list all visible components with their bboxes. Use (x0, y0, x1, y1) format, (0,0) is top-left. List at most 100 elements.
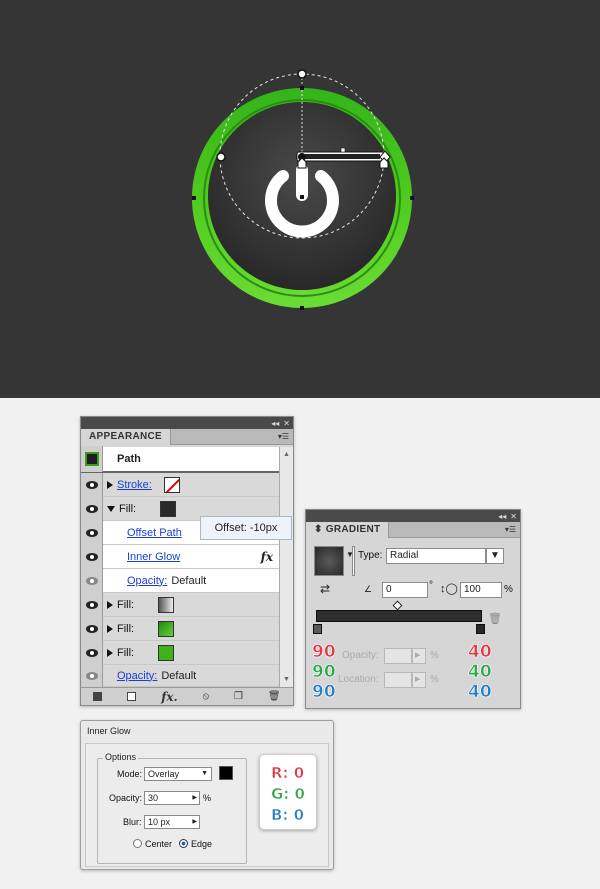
panel-menu-icon[interactable]: ▾☰ (278, 432, 289, 441)
appearance-panel: ◂◂ ✕ APPEARANCE ▾☰ Path Stroke: Fill: Of… (80, 416, 294, 706)
eye-icon (85, 528, 98, 537)
scroll-down-icon[interactable]: ▼ (283, 676, 290, 683)
annotator-handle-top[interactable] (297, 69, 307, 79)
object-opacity-row[interactable]: Opacity: Default (81, 664, 279, 687)
angle-input[interactable]: 0 (382, 582, 428, 598)
stroke-none-swatch[interactable] (163, 476, 180, 493)
power-button-artwork (192, 69, 414, 310)
delete-item-icon[interactable]: 🗑 (268, 691, 281, 702)
visibility-toggle[interactable] (81, 592, 103, 617)
fill-row-green-gradient[interactable]: Fill: (81, 616, 279, 641)
midpoint-diamond[interactable] (392, 600, 403, 611)
left-stop-blue-value: 90 (312, 682, 336, 703)
visibility-toggle[interactable] (81, 664, 103, 687)
options-legend: Options (103, 752, 139, 762)
expand-triangle-icon[interactable] (107, 648, 113, 657)
annotator-handle-left[interactable] (216, 152, 226, 162)
scrollbar[interactable]: ▲ ▼ (279, 447, 293, 687)
visibility-toggle[interactable] (81, 544, 103, 569)
opacity-link[interactable]: Opacity: (127, 575, 167, 587)
percent-symbol: % (504, 584, 513, 595)
fill-swatch-radial[interactable] (158, 596, 175, 613)
tab-gradient[interactable]: ⬍ GRADIENT (306, 522, 390, 538)
visibility-toggle[interactable] (81, 640, 103, 665)
opacity-link[interactable]: Opacity: (117, 670, 157, 682)
visibility-toggle[interactable] (81, 520, 103, 545)
thumbnail-cell (81, 446, 103, 472)
expand-triangle-icon[interactable] (107, 480, 113, 489)
close-icon[interactable]: ✕ (510, 512, 517, 521)
offset-tooltip: Offset: -10px (200, 516, 292, 540)
eye-icon (85, 504, 98, 513)
scroll-up-icon[interactable]: ▲ (283, 451, 290, 458)
visibility-toggle[interactable] (81, 496, 103, 521)
stop-location-dropdown-icon[interactable]: ▶ (412, 672, 426, 688)
delete-stop-icon[interactable]: 🗑 (488, 612, 502, 625)
gradient-body: ▼ Type: Radial ▼ ⇄ ∠ 0 ° ↕◯ 100 % 🗑 90 9… (306, 540, 520, 708)
artboard-canvas[interactable] (0, 0, 600, 398)
type-dropdown-icon[interactable]: ▼ (486, 548, 504, 564)
fill-label: Fill: (117, 622, 135, 635)
effect-opacity-row[interactable]: Opacity: Default (81, 568, 279, 593)
object-row[interactable]: Path (81, 446, 279, 473)
aspect-ratio-input[interactable]: 100 (460, 582, 502, 598)
stroke-row[interactable]: Stroke: (81, 472, 279, 497)
eye-icon (85, 624, 98, 633)
stop-opacity-input[interactable] (384, 648, 412, 664)
stepper-icon[interactable]: ▶ (192, 792, 197, 804)
reverse-gradient-icon[interactable]: ⇄ (320, 582, 330, 596)
right-stop-red-value: 40 (468, 642, 492, 663)
expand-triangle-icon[interactable] (107, 624, 113, 633)
stop-opacity-dropdown-icon[interactable]: ▶ (412, 648, 426, 664)
clear-appearance-icon[interactable]: ⦸ (203, 691, 210, 702)
gradient-preview-swatch[interactable] (314, 546, 344, 576)
inner-glow-dialog: Inner Glow Options Mode: Overlay ▼ Opaci… (80, 720, 334, 870)
collapse-triangle-icon[interactable] (107, 505, 115, 512)
fill-row-green[interactable]: Fill: (81, 640, 279, 665)
tab-row: APPEARANCE ▾☰ (81, 429, 293, 445)
fill-swatch-dark[interactable] (160, 500, 177, 517)
mode-label: Mode: (117, 769, 143, 779)
tab-appearance[interactable]: APPEARANCE (81, 429, 172, 445)
offset-path-link[interactable]: Offset Path (127, 527, 182, 539)
collapse-icon[interactable]: ◂◂ (271, 419, 279, 428)
stop-location-percent: % (430, 674, 439, 685)
gradient-slider-bar[interactable] (316, 610, 482, 622)
stop-location-input[interactable] (384, 672, 412, 688)
edge-radio-selected[interactable] (179, 839, 188, 848)
stepper-icon[interactable]: ▶ (192, 816, 197, 828)
stroke-label[interactable]: Stroke: (117, 479, 152, 491)
duplicate-item-icon[interactable]: ❐ (234, 691, 243, 702)
tab-row: ⬍ GRADIENT ▾☰ (306, 522, 520, 538)
center-radio[interactable] (133, 839, 142, 848)
chevron-down-icon: ▼ (201, 770, 208, 777)
fill-label: Fill: (117, 598, 135, 611)
inner-glow-row[interactable]: Inner Glow fx (81, 544, 279, 569)
color-stop-left[interactable] (313, 624, 322, 634)
fill-swatch-green[interactable] (158, 644, 175, 661)
glow-color-swatch[interactable] (219, 766, 233, 780)
visibility-toggle[interactable] (81, 472, 103, 497)
collapse-icon[interactable]: ◂◂ (498, 512, 506, 521)
stop-opacity-label: Opacity: (342, 650, 379, 661)
blur-input[interactable]: 10 px ▶ (144, 815, 200, 829)
close-icon[interactable]: ✕ (283, 419, 290, 428)
edge-label: Edge (191, 839, 213, 849)
visibility-toggle[interactable] (81, 568, 103, 593)
type-select[interactable]: Radial (386, 548, 486, 564)
fill-swatch-green-gradient[interactable] (158, 620, 175, 637)
expand-triangle-icon[interactable] (107, 600, 113, 609)
visibility-toggle[interactable] (81, 616, 103, 641)
panel-menu-icon[interactable]: ▾☰ (505, 525, 516, 534)
opacity-input[interactable]: 30 ▶ (144, 791, 200, 805)
add-stroke-icon[interactable] (93, 692, 103, 701)
mode-select[interactable]: Overlay ▼ (144, 767, 212, 781)
add-fill-icon[interactable] (127, 692, 137, 701)
fx-icon[interactable]: fx (261, 550, 273, 564)
color-stop-right[interactable] (476, 624, 485, 634)
add-effect-icon[interactable]: fx. (161, 690, 178, 704)
inner-glow-link[interactable]: Inner Glow (127, 551, 180, 563)
appearance-list: Path Stroke: Fill: Offset Path Inner Glo… (81, 446, 279, 687)
tab-gradient-label: GRADIENT (325, 524, 381, 535)
fill-row-radial[interactable]: Fill: (81, 592, 279, 617)
